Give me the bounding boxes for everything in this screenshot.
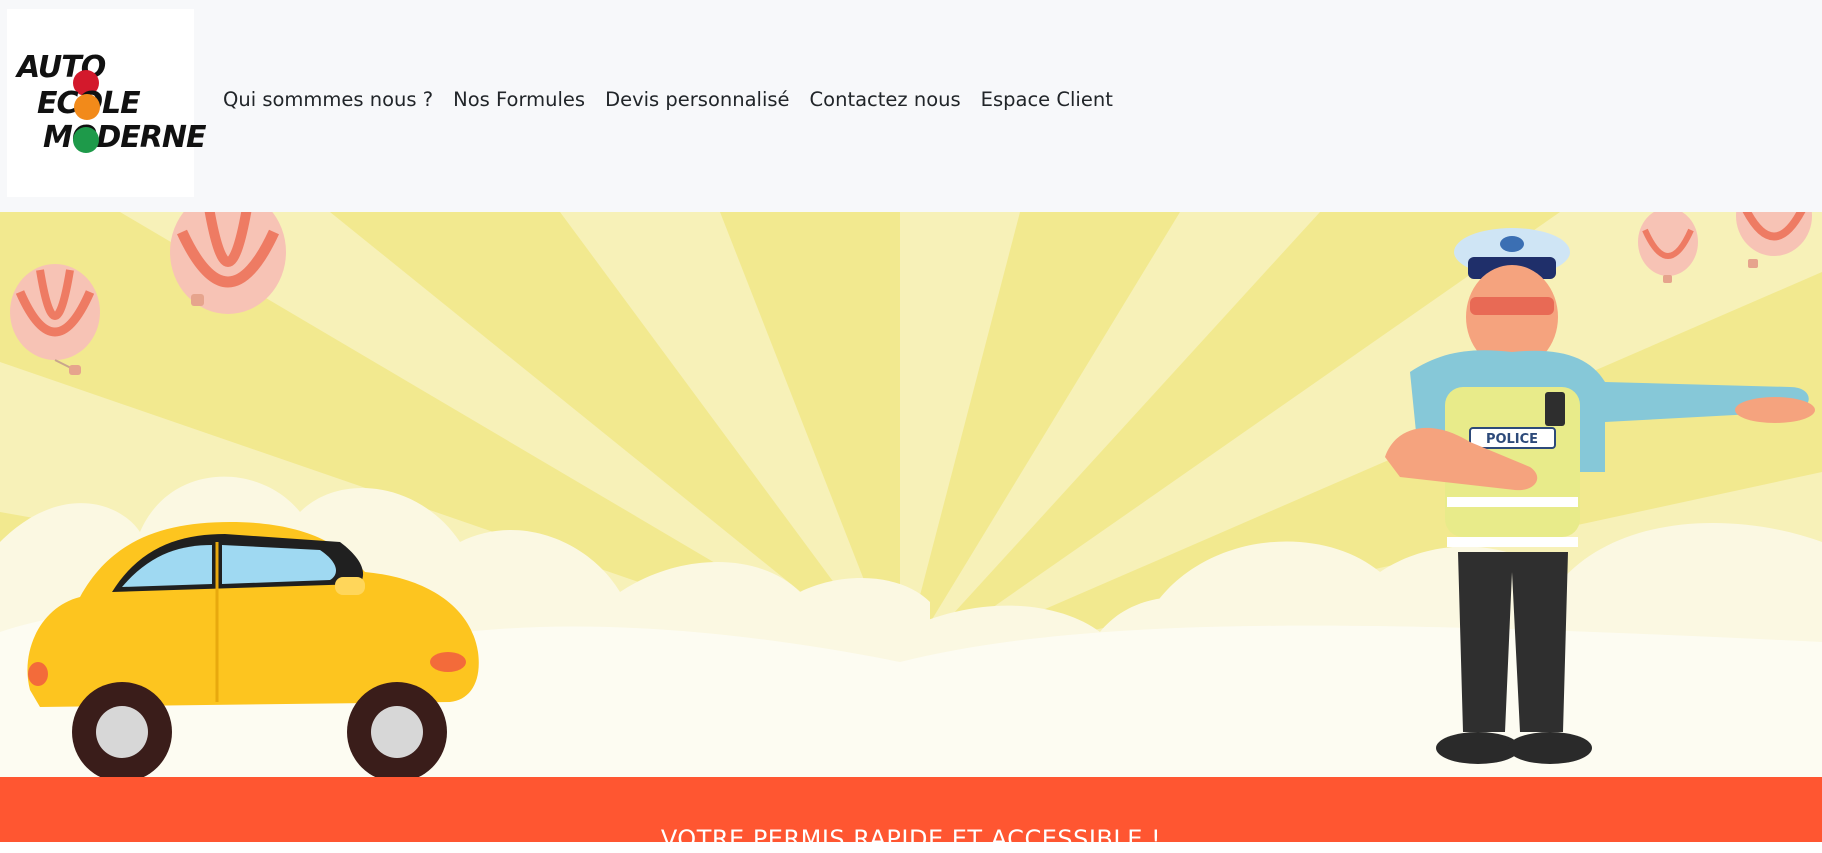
logo-green-dot bbox=[73, 127, 99, 153]
nav-link-nos-formules[interactable]: Nos Formules bbox=[453, 88, 585, 111]
main-nav: Qui sommmes nous ? Nos Formules Devis pe… bbox=[223, 88, 1133, 111]
hero-scene: POLICE bbox=[0, 212, 1822, 777]
navbar: AUTO ECOLE MODERNE Qui sommmes nous ? No… bbox=[0, 0, 1822, 212]
vest-police-label: POLICE bbox=[1486, 432, 1538, 447]
logo-line-moderne: MODERNE bbox=[43, 120, 206, 155]
logo-orange-dot bbox=[74, 94, 100, 120]
banner-headline: VOTRE PERMIS RAPIDE ET ACCESSIBLE ! bbox=[660, 825, 1162, 853]
logo-link[interactable]: AUTO ECOLE MODERNE bbox=[7, 9, 206, 197]
nav-link-devis[interactable]: Devis personnalisé bbox=[605, 88, 789, 111]
nav-link-qui-sommes-nous[interactable]: Qui sommmes nous ? bbox=[223, 88, 433, 111]
nav-link-contact[interactable]: Contactez nous bbox=[810, 88, 961, 111]
nav-link-espace-client[interactable]: Espace Client bbox=[981, 88, 1113, 111]
hero-illustration: POLICE bbox=[0, 212, 1822, 777]
